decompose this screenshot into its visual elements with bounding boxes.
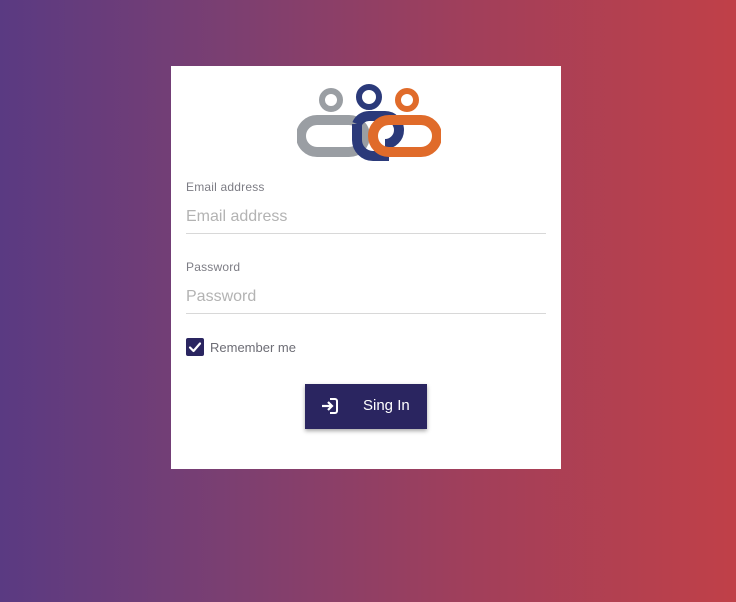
email-label: Email address	[186, 180, 265, 194]
remember-me: Remember me	[186, 338, 296, 356]
remember-me-label[interactable]: Remember me	[210, 340, 296, 355]
linked-people-logo	[297, 84, 441, 161]
sign-in-label: Sing In	[363, 397, 410, 414]
sign-in-icon	[322, 398, 338, 414]
password-input[interactable]	[186, 280, 546, 314]
password-label: Password	[186, 260, 241, 274]
sign-in-button[interactable]: Sing In	[305, 384, 427, 429]
login-card: Email address Password Remember me Sing …	[171, 66, 561, 469]
remember-me-checkbox[interactable]	[186, 338, 204, 356]
email-input[interactable]	[186, 200, 546, 234]
checkmark-icon	[188, 342, 202, 353]
